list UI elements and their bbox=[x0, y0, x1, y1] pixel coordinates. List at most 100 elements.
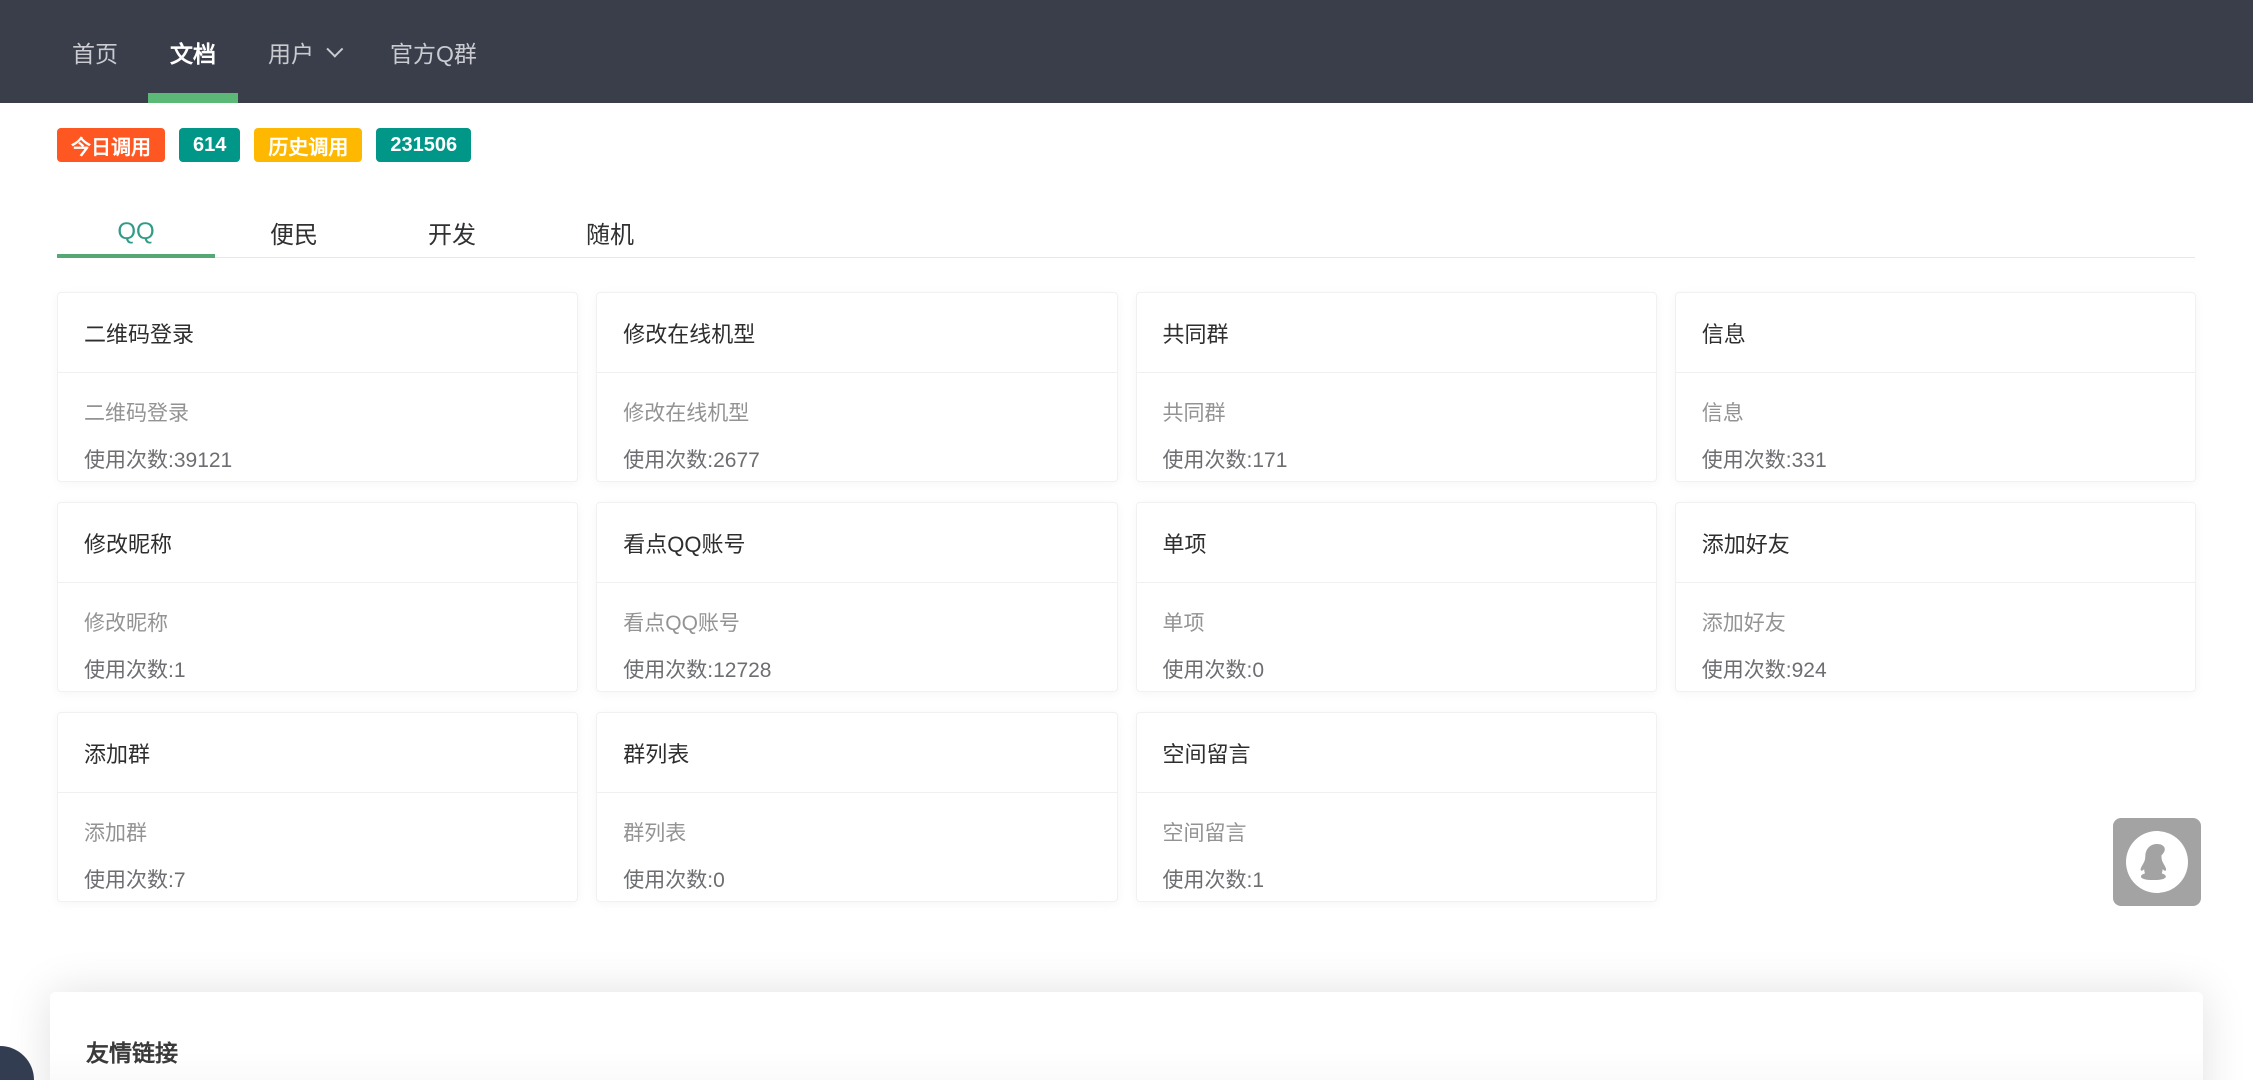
api-card[interactable]: 共同群 共同群 使用次数:171 bbox=[1135, 292, 1657, 482]
api-card[interactable]: 二维码登录 二维码登录 使用次数:39121 bbox=[57, 292, 579, 482]
usage-prefix: 使用次数: bbox=[1162, 659, 1253, 682]
api-card[interactable]: 添加群 添加群 使用次数:7 bbox=[57, 712, 579, 902]
nav-item[interactable]: 用户 bbox=[242, 0, 364, 103]
navbar-items: 首页 文档 用户 官方Q群 bbox=[46, 0, 503, 103]
stat-badge: 今日调用 bbox=[57, 128, 165, 162]
category-tab[interactable]: 随机 bbox=[531, 207, 689, 257]
api-card-body: 空间留言 使用次数:1 bbox=[1137, 793, 1656, 894]
api-card[interactable]: 空间留言 空间留言 使用次数:1 bbox=[1135, 712, 1657, 902]
api-card-body: 群列表 使用次数:0 bbox=[597, 793, 1116, 894]
friend-links-panel: 友情链接 bbox=[50, 992, 2203, 1080]
nav-item-label: 官方Q群 bbox=[390, 40, 477, 67]
api-card-body: 二维码登录 使用次数:39121 bbox=[58, 373, 577, 474]
api-card-usage: 使用次数:1 bbox=[84, 654, 551, 684]
usage-prefix: 使用次数: bbox=[84, 869, 174, 892]
api-card-body: 添加好友 使用次数:924 bbox=[1676, 583, 2195, 684]
api-card-title: 修改在线机型 bbox=[597, 293, 1117, 373]
tab-label: 开发 bbox=[428, 221, 476, 249]
stat-badge: 614 bbox=[179, 128, 241, 162]
api-card[interactable]: 修改昵称 修改昵称 使用次数:1 bbox=[57, 502, 579, 692]
api-card-usage: 使用次数:924 bbox=[1702, 654, 2169, 684]
api-card-usage: 使用次数:331 bbox=[1702, 444, 2169, 474]
stat-badge: 231506 bbox=[376, 128, 472, 162]
api-card-description: 看点QQ账号 bbox=[623, 612, 740, 635]
api-card-title: 空间留言 bbox=[1136, 713, 1656, 793]
usage-prefix: 使用次数: bbox=[623, 659, 714, 682]
api-card-title: 修改昵称 bbox=[58, 503, 578, 583]
tab-label: QQ bbox=[117, 218, 155, 245]
api-card-usage: 使用次数:1 bbox=[1163, 864, 1630, 894]
api-card-description: 修改在线机型 bbox=[623, 402, 750, 425]
usage-count: 331 bbox=[1791, 449, 1827, 472]
active-tab-underline bbox=[57, 254, 215, 258]
qq-contact-button[interactable] bbox=[2113, 818, 2201, 906]
api-card-description: 空间留言 bbox=[1162, 822, 1247, 845]
api-card[interactable]: 单项 单项 使用次数:0 bbox=[1135, 502, 1657, 692]
api-card-usage: 使用次数:7 bbox=[84, 864, 551, 894]
corner-widget-button[interactable] bbox=[0, 1046, 34, 1080]
usage-prefix: 使用次数: bbox=[623, 869, 714, 892]
api-card-title: 群列表 bbox=[597, 713, 1117, 793]
usage-prefix: 使用次数: bbox=[1701, 449, 1792, 472]
usage-count: 1 bbox=[173, 659, 186, 682]
nav-item[interactable]: 文档 bbox=[144, 0, 242, 103]
api-card-body: 共同群 使用次数:171 bbox=[1137, 373, 1656, 474]
usage-count: 12728 bbox=[713, 659, 772, 682]
api-card-title: 二维码登录 bbox=[58, 293, 578, 373]
usage-prefix: 使用次数: bbox=[84, 449, 174, 472]
usage-count: 1 bbox=[1252, 869, 1265, 892]
api-card-description: 添加好友 bbox=[1701, 612, 1786, 635]
category-tab[interactable]: QQ bbox=[57, 207, 215, 258]
usage-prefix: 使用次数: bbox=[623, 449, 714, 472]
api-card-description: 添加群 bbox=[84, 822, 147, 845]
usage-count: 2677 bbox=[713, 449, 760, 472]
usage-stats: 今日调用 614 历史调用 231506 bbox=[57, 128, 2253, 162]
api-card-body: 添加群 使用次数:7 bbox=[58, 793, 577, 894]
api-card-title: 单项 bbox=[1136, 503, 1656, 583]
api-card-body: 看点QQ账号 使用次数:12728 bbox=[597, 583, 1116, 684]
api-card-body: 单项 使用次数:0 bbox=[1137, 583, 1656, 684]
usage-count: 0 bbox=[1252, 659, 1265, 682]
api-card-title: 信息 bbox=[1675, 293, 2195, 373]
api-card-description: 单项 bbox=[1162, 612, 1205, 635]
api-card-description: 修改昵称 bbox=[84, 612, 168, 635]
api-card-usage: 使用次数:2677 bbox=[623, 444, 1090, 474]
tab-label: 便民 bbox=[270, 221, 318, 249]
nav-item[interactable]: 首页 bbox=[46, 0, 144, 103]
category-tab[interactable]: 便民 bbox=[215, 207, 373, 257]
api-card-description: 群列表 bbox=[623, 822, 687, 845]
api-card[interactable]: 看点QQ账号 看点QQ账号 使用次数:12728 bbox=[596, 502, 1118, 692]
api-card-description: 信息 bbox=[1701, 402, 1744, 425]
usage-prefix: 使用次数: bbox=[1162, 869, 1253, 892]
stat-badge: 历史调用 bbox=[254, 128, 363, 162]
nav-item-label: 用户 bbox=[268, 40, 314, 67]
api-card[interactable]: 群列表 群列表 使用次数:0 bbox=[596, 712, 1118, 902]
nav-item-label: 首页 bbox=[72, 40, 118, 67]
category-tab[interactable]: 开发 bbox=[373, 207, 531, 257]
api-card-description: 二维码登录 bbox=[84, 402, 189, 425]
usage-count: 7 bbox=[173, 869, 186, 892]
usage-count: 924 bbox=[1791, 659, 1827, 682]
api-card-usage: 使用次数:12728 bbox=[623, 654, 1090, 684]
usage-prefix: 使用次数: bbox=[1162, 449, 1253, 472]
api-card[interactable]: 修改在线机型 修改在线机型 使用次数:2677 bbox=[596, 292, 1118, 482]
category-tabs: QQ 便民 开发 随机 bbox=[57, 207, 2195, 258]
usage-prefix: 使用次数: bbox=[84, 659, 174, 682]
api-card-body: 修改昵称 使用次数:1 bbox=[58, 583, 577, 684]
api-card-usage: 使用次数:0 bbox=[623, 864, 1090, 894]
friend-links-title: 友情链接 bbox=[86, 1040, 178, 1066]
api-card[interactable]: 添加好友 添加好友 使用次数:924 bbox=[1674, 502, 2196, 692]
api-card-grid: 二维码登录 二维码登录 使用次数:39121 修改在线机型 修改在线机型 使用次… bbox=[57, 292, 2196, 902]
api-card-description: 共同群 bbox=[1162, 402, 1226, 425]
api-card-usage: 使用次数:0 bbox=[1163, 654, 1630, 684]
usage-prefix: 使用次数: bbox=[1701, 659, 1792, 682]
usage-count: 39121 bbox=[173, 449, 233, 472]
nav-item[interactable]: 官方Q群 bbox=[364, 0, 503, 103]
api-card-usage: 使用次数:39121 bbox=[84, 444, 551, 474]
api-card-title: 添加群 bbox=[58, 713, 578, 793]
api-card[interactable]: 信息 信息 使用次数:331 bbox=[1674, 292, 2196, 482]
active-nav-underline bbox=[148, 93, 238, 103]
usage-count: 171 bbox=[1252, 449, 1288, 472]
api-card-usage: 使用次数:171 bbox=[1163, 444, 1630, 474]
api-card-body: 修改在线机型 使用次数:2677 bbox=[597, 373, 1116, 474]
